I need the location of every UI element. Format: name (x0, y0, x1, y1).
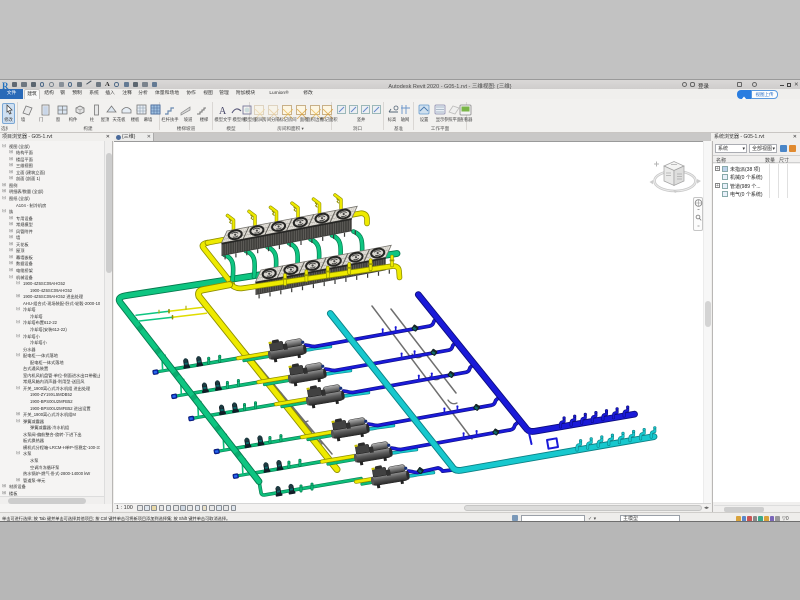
svg-text:A: A (219, 106, 227, 116)
